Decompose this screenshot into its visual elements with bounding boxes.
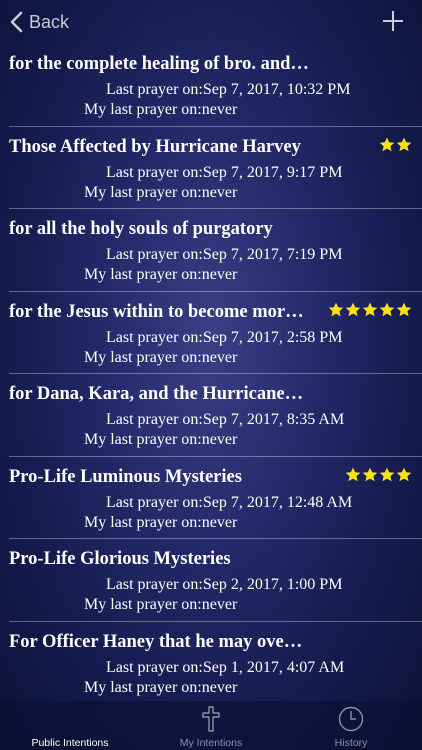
last-prayer-text: Last prayer on:Sep 7, 2017, 8:35 AM bbox=[106, 411, 345, 428]
intention-title: for the Jesus within to become mor… bbox=[9, 301, 304, 322]
intention-row[interactable]: for Dana, Kara, and the Hurricane… Last … bbox=[0, 374, 422, 457]
chevron-left-icon bbox=[10, 11, 23, 33]
cross-icon bbox=[202, 706, 220, 737]
last-prayer-text: Last prayer on:Sep 7, 2017, 12:48 AM bbox=[106, 493, 353, 511]
intention-title: for Dana, Kara, and the Hurricane… bbox=[9, 384, 304, 404]
intention-title: Pro-Life Luminous Mysteries bbox=[9, 466, 242, 487]
my-last-prayer-text: My last prayer on:never bbox=[84, 266, 238, 283]
my-last-prayer-text: My last prayer on:never bbox=[84, 596, 238, 613]
last-prayer-text: Last prayer on:Sep 7, 2017, 10:32 PM bbox=[106, 81, 351, 98]
star-icon bbox=[345, 302, 361, 316]
last-prayer-text: Last prayer on:Sep 1, 2017, 4:07 AM bbox=[106, 658, 345, 676]
star-icon bbox=[362, 467, 378, 481]
intention-row[interactable]: Those Affected by Hurricane Harvey Last … bbox=[0, 127, 422, 209]
last-prayer-text: Last prayer on:Sep 7, 2017, 9:17 PM bbox=[106, 163, 343, 181]
star-icon bbox=[345, 467, 361, 481]
intention-row[interactable]: for the complete healing of bro. and… La… bbox=[0, 44, 422, 127]
intention-row[interactable]: Pro-Life Glorious Mysteries Last prayer … bbox=[0, 539, 422, 622]
clock-icon bbox=[338, 706, 364, 737]
nav-bar: Back bbox=[0, 0, 422, 44]
my-last-prayer-text: My last prayer on:never bbox=[84, 431, 238, 448]
my-last-prayer-text: My last prayer on:never bbox=[84, 513, 238, 531]
intention-row[interactable]: for the Jesus within to become mor… Last… bbox=[0, 292, 422, 374]
star-icon bbox=[379, 467, 395, 481]
star-icon bbox=[379, 137, 395, 151]
tab-public-intentions[interactable]: Public Intentions bbox=[0, 701, 140, 750]
intention-row[interactable]: for all the holy souls of purgatory Last… bbox=[0, 209, 422, 292]
intention-row[interactable]: Pro-Life Luminous Mysteries Last prayer … bbox=[0, 457, 422, 539]
star-rating bbox=[379, 137, 412, 152]
star-rating bbox=[328, 302, 412, 317]
tab-history[interactable]: History bbox=[281, 701, 421, 750]
my-last-prayer-text: My last prayer on:never bbox=[84, 183, 238, 201]
add-intention-button[interactable] bbox=[382, 10, 404, 32]
tab-label: History bbox=[334, 737, 368, 749]
back-button[interactable]: Back bbox=[10, 8, 69, 36]
tab-label: My Intentions bbox=[179, 737, 243, 749]
star-icon bbox=[362, 302, 378, 316]
star-icon bbox=[379, 302, 395, 316]
my-last-prayer-text: My last prayer on:never bbox=[84, 348, 238, 366]
tab-label: Public Intentions bbox=[31, 737, 109, 749]
star-icon bbox=[396, 302, 412, 316]
intentions-list[interactable]: for the complete healing of bro. and… La… bbox=[0, 44, 422, 704]
last-prayer-text: Last prayer on:Sep 7, 2017, 2:58 PM bbox=[106, 328, 343, 346]
star-icon bbox=[396, 467, 412, 481]
star-rating bbox=[345, 467, 412, 482]
intention-title: Those Affected by Hurricane Harvey bbox=[9, 136, 301, 157]
intention-title: for the complete healing of bro. and… bbox=[9, 54, 309, 74]
intention-title: for all the holy souls of purgatory bbox=[9, 219, 273, 239]
back-label: Back bbox=[29, 11, 70, 32]
intention-title: For Officer Haney that he may ove… bbox=[9, 631, 303, 652]
last-prayer-text: Last prayer on:Sep 7, 2017, 7:19 PM bbox=[106, 246, 343, 263]
intention-title: Pro-Life Glorious Mysteries bbox=[9, 549, 231, 569]
last-prayer-text: Last prayer on:Sep 2, 2017, 1:00 PM bbox=[106, 576, 343, 593]
tab-my-intentions[interactable]: My Intentions bbox=[141, 701, 281, 750]
my-last-prayer-text: My last prayer on:never bbox=[84, 678, 238, 696]
intention-row[interactable]: For Officer Haney that he may ove… Last … bbox=[0, 622, 422, 705]
tab-bar: Public Intentions My Intentions History bbox=[0, 701, 422, 750]
my-last-prayer-text: My last prayer on:never bbox=[84, 101, 238, 118]
plus-icon bbox=[383, 11, 403, 31]
star-icon bbox=[328, 302, 344, 316]
star-icon bbox=[396, 137, 412, 151]
